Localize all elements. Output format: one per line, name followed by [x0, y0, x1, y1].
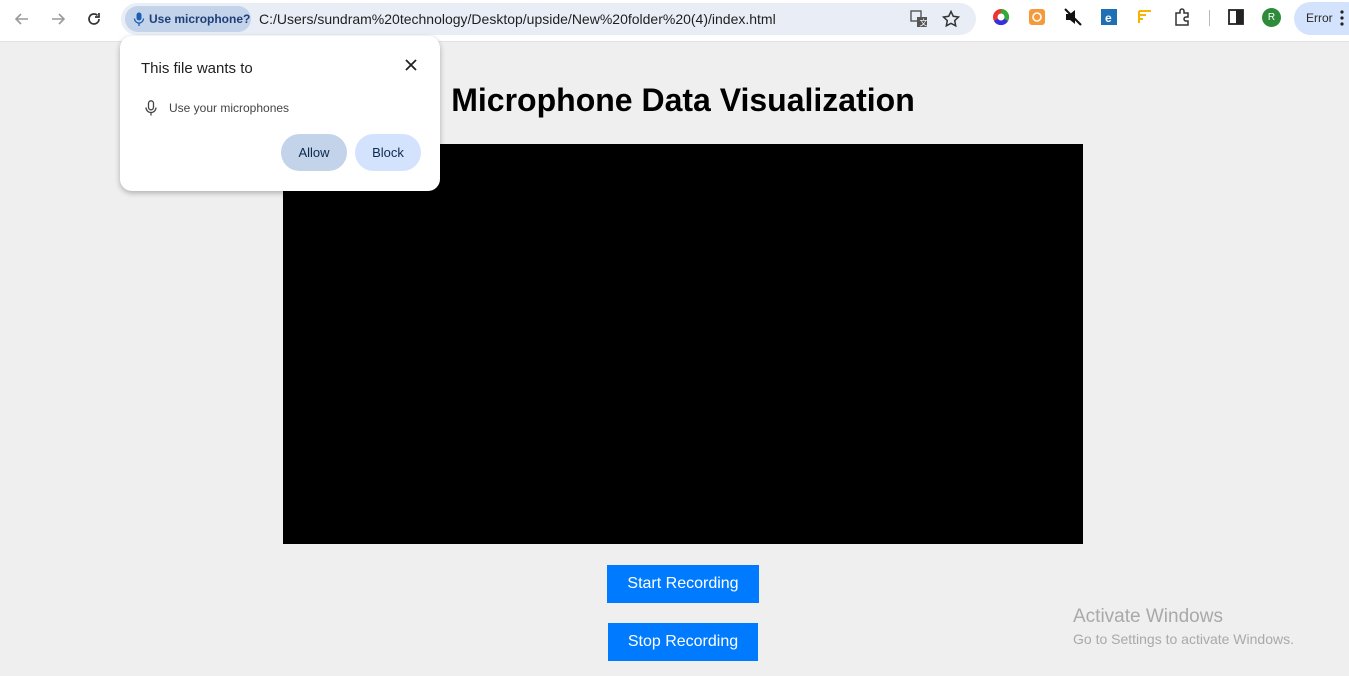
more-menu-icon[interactable]	[1340, 10, 1344, 26]
muted-speaker-icon[interactable]	[1064, 8, 1082, 26]
back-button[interactable]	[9, 6, 35, 32]
microphone-icon	[133, 12, 145, 26]
arrow-right-icon	[52, 13, 66, 25]
orange-extension-icon[interactable]	[1028, 8, 1046, 26]
allow-button[interactable]: Allow	[281, 134, 347, 171]
bookmark-star-icon[interactable]	[941, 9, 961, 29]
yellow-flag-extension-icon[interactable]	[1136, 8, 1154, 26]
translate-icon[interactable]: 文	[909, 9, 929, 29]
reload-button[interactable]	[81, 6, 107, 32]
activate-windows-watermark: Activate Windows Go to Settings to activ…	[1073, 606, 1294, 647]
address-bar[interactable]: Use microphone? C:/Users/sundram%20techn…	[121, 3, 976, 35]
forward-button[interactable]	[45, 6, 71, 32]
error-label: Error	[1306, 11, 1333, 25]
close-icon[interactable]	[403, 57, 419, 73]
reload-icon	[88, 13, 100, 25]
side-panel-icon[interactable]	[1227, 8, 1245, 26]
svg-text:e: e	[1105, 11, 1112, 25]
microphone-icon	[145, 100, 157, 116]
blue-e-extension-icon[interactable]: e	[1100, 8, 1118, 26]
microphone-permission-chip[interactable]: Use microphone?	[125, 6, 251, 32]
visualization-canvas	[283, 144, 1083, 544]
permission-description: Use your microphones	[169, 101, 290, 115]
profile-avatar[interactable]: R	[1262, 8, 1281, 27]
permission-chip-label: Use microphone?	[149, 12, 251, 26]
start-recording-button[interactable]: Start Recording	[607, 565, 759, 603]
arrow-left-icon	[14, 13, 28, 25]
permission-popup: This file wants to Use your microphones …	[120, 36, 440, 191]
toolbar-divider	[1209, 10, 1210, 26]
watermark-title: Activate Windows	[1073, 606, 1223, 627]
extensions-puzzle-icon[interactable]	[1173, 8, 1191, 26]
watermark-subtitle: Go to Settings to activate Windows.	[1073, 631, 1294, 647]
url-text[interactable]: C:/Users/sundram%20technology/Desktop/up…	[259, 11, 776, 27]
stop-recording-button[interactable]: Stop Recording	[608, 623, 758, 661]
svg-text:文: 文	[920, 18, 928, 28]
color-picker-extension-icon[interactable]	[992, 8, 1010, 26]
popup-title: This file wants to	[141, 60, 253, 77]
block-button[interactable]: Block	[355, 134, 421, 171]
